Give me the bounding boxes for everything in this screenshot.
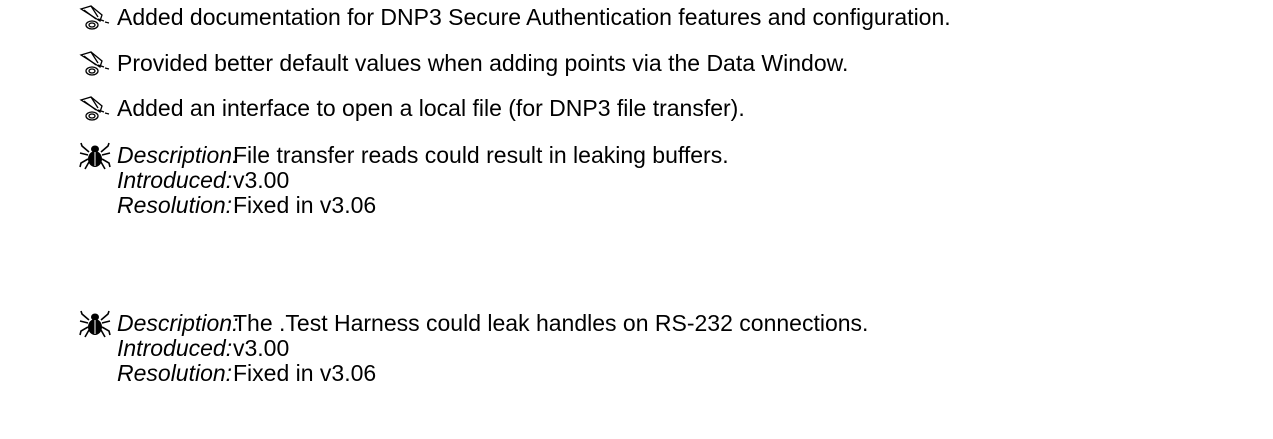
resolution-label: Resolution:	[117, 360, 233, 386]
description-label: Description:	[117, 142, 239, 168]
introduced-label: Introduced:	[117, 335, 233, 361]
horn-icon	[78, 94, 112, 124]
description-label: Description:	[117, 310, 239, 336]
feature-text: Provided better default values when addi…	[117, 50, 849, 76]
resolution-value: Fixed in v3.06	[233, 192, 377, 218]
horn-icon	[78, 49, 112, 79]
introduced-value: v3.00	[233, 335, 290, 361]
bug-introduced-row: Introduced: v3.00	[117, 336, 868, 361]
bug-details: Description: The .Test Harness could lea…	[117, 311, 868, 386]
bug-icon	[78, 309, 112, 339]
release-notes: Added documentation for DNP3 Secure Auth…	[0, 0, 1273, 439]
bug-description-row: Description: File transfer reads could r…	[117, 143, 729, 168]
bug-resolution-row: Resolution: Fixed in v3.06	[117, 193, 729, 218]
description-value: The .Test Harness could leak handles on …	[233, 310, 869, 336]
bug-icon	[78, 141, 112, 171]
introduced-label: Introduced:	[117, 167, 233, 193]
bug-introduced-row: Introduced: v3.00	[117, 168, 729, 193]
feature-text: Added an interface to open a local file …	[117, 95, 745, 121]
horn-icon	[78, 3, 112, 33]
bug-resolution-row: Resolution: Fixed in v3.06	[117, 361, 868, 386]
bug-details: Description: File transfer reads could r…	[117, 143, 729, 218]
feature-text: Added documentation for DNP3 Secure Auth…	[117, 4, 951, 30]
introduced-value: v3.00	[233, 167, 290, 193]
bug-description-row: Description: The .Test Harness could lea…	[117, 311, 868, 336]
resolution-label: Resolution:	[117, 192, 233, 218]
resolution-value: Fixed in v3.06	[233, 360, 377, 386]
description-value: File transfer reads could result in leak…	[233, 142, 729, 168]
